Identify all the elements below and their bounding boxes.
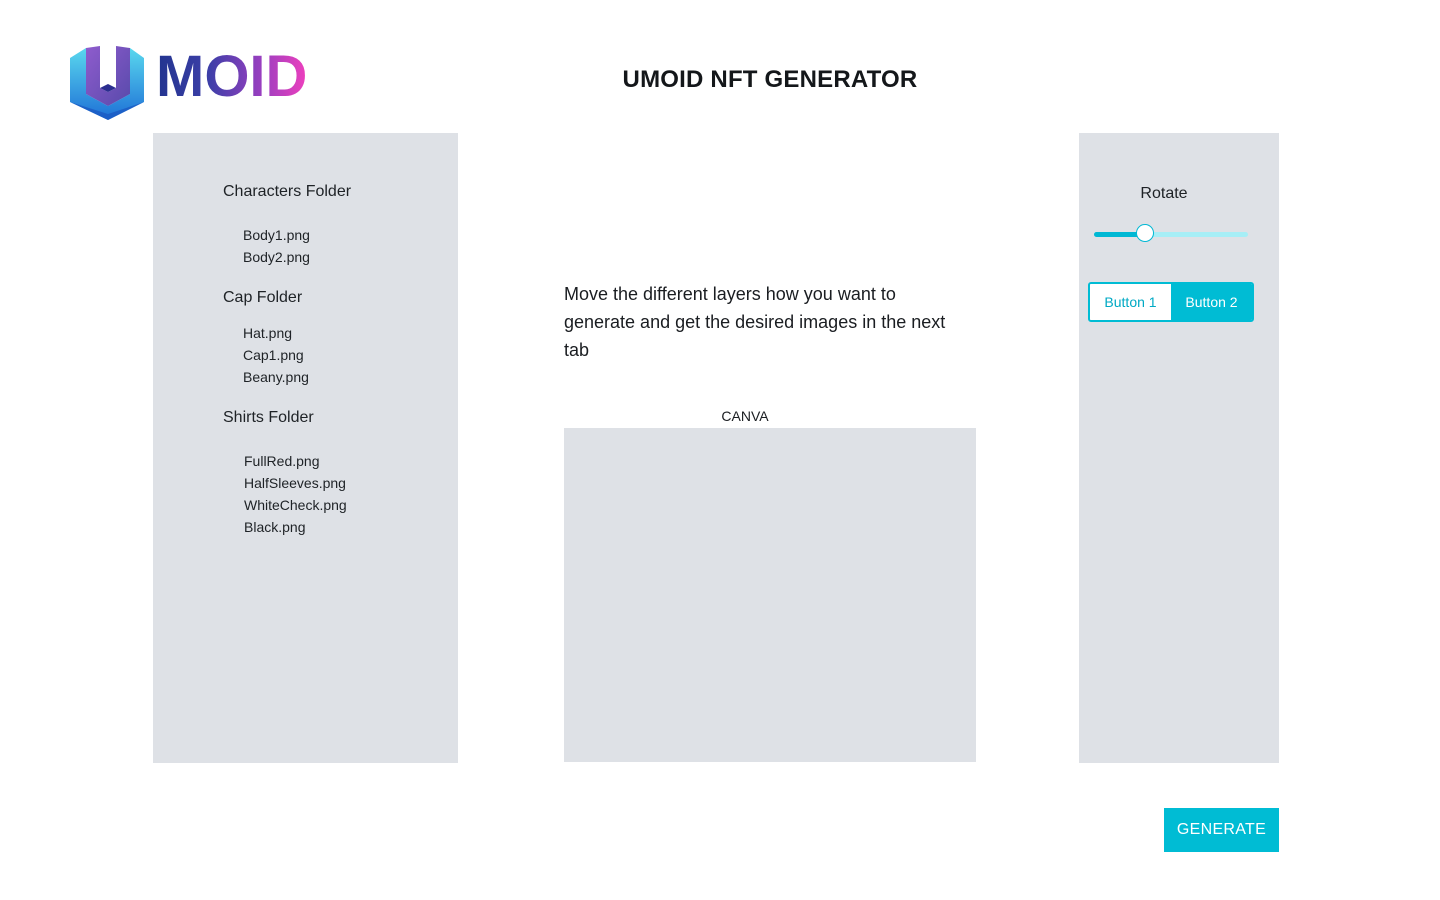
canvas-label: CANVA bbox=[721, 408, 769, 424]
button-2[interactable]: Button 2 bbox=[1171, 284, 1252, 320]
rotate-label: Rotate bbox=[1140, 185, 1188, 202]
canvas-area[interactable] bbox=[564, 428, 976, 762]
generate-button[interactable]: GENERATE bbox=[1164, 808, 1279, 852]
page-title: UMOID NFT GENERATOR bbox=[622, 66, 918, 93]
segmented-button-group: Button 1 Button 2 bbox=[1088, 282, 1254, 322]
file-item[interactable]: WhiteCheck.png bbox=[244, 497, 347, 513]
file-item[interactable]: HalfSleeves.png bbox=[244, 475, 346, 491]
folder-shirts[interactable]: Shirts Folder bbox=[223, 409, 314, 427]
file-item[interactable]: Black.png bbox=[244, 519, 305, 535]
controls-panel bbox=[1079, 133, 1279, 763]
button-1[interactable]: Button 1 bbox=[1090, 284, 1171, 320]
file-item[interactable]: Body2.png bbox=[243, 249, 310, 265]
file-item[interactable]: Beany.png bbox=[243, 369, 309, 385]
layers-panel: Characters Folder Body1.png Body2.png Ca… bbox=[153, 133, 458, 763]
file-item[interactable]: Cap1.png bbox=[243, 347, 304, 363]
file-item[interactable]: Body1.png bbox=[243, 227, 310, 243]
instructions-text: Move the different layers how you want t… bbox=[564, 284, 946, 360]
folder-characters[interactable]: Characters Folder bbox=[223, 183, 351, 201]
file-item[interactable]: Hat.png bbox=[243, 325, 292, 341]
logo-wordmark: MOID bbox=[156, 44, 308, 109]
rotate-slider-thumb[interactable] bbox=[1136, 224, 1154, 242]
folder-cap[interactable]: Cap Folder bbox=[223, 289, 302, 307]
file-item[interactable]: FullRed.png bbox=[244, 453, 320, 469]
